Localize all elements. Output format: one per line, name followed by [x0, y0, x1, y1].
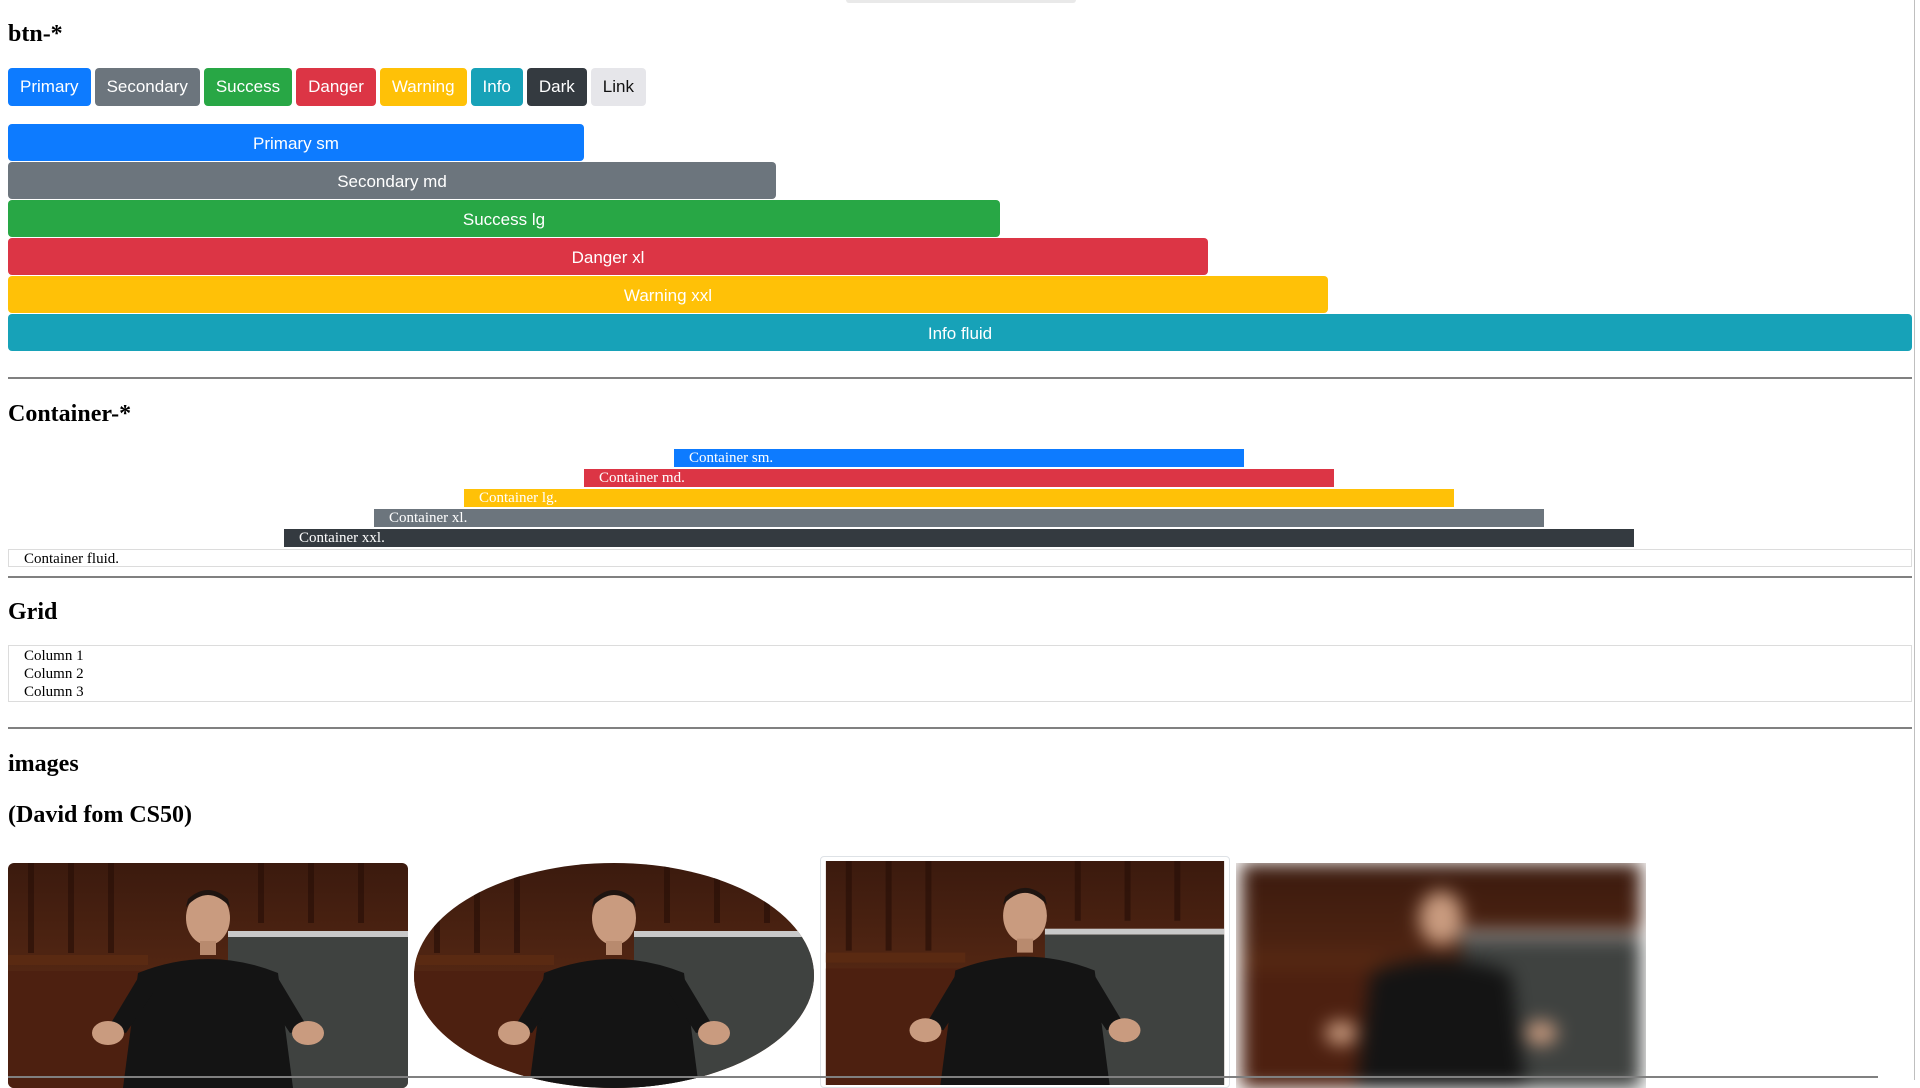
grid-column-2: Column 2	[24, 666, 84, 682]
container-md-bar: Container md.	[584, 469, 1334, 487]
grid-section-title: Grid	[8, 599, 58, 625]
container-section-title: Container-*	[8, 401, 132, 427]
divider-2	[8, 576, 1912, 578]
secondary-md-button[interactable]: Secondary md	[8, 162, 776, 199]
grid-column-1: Column 1	[24, 648, 84, 664]
image-ellipse	[414, 863, 814, 1088]
image-rounded	[8, 863, 408, 1088]
wide-button-stack: Primary sm Secondary md Success lg Dange…	[8, 124, 1912, 352]
image-thumbnail	[820, 856, 1230, 1088]
container-fluid-box: Container fluid.	[8, 549, 1912, 567]
container-xxl-bar: Container xxl.	[284, 529, 1634, 547]
success-button[interactable]: Success	[203, 68, 293, 106]
divider-1	[8, 377, 1912, 379]
lecturer-photo-blurred	[1241, 863, 1641, 1088]
images-section-title: images	[8, 751, 79, 777]
primary-sm-button[interactable]: Primary sm	[8, 124, 584, 161]
button-row: Primary Secondary Success Danger Warning…	[8, 68, 646, 106]
secondary-button[interactable]: Secondary	[94, 68, 200, 106]
lecturer-photo	[825, 861, 1225, 1085]
info-fluid-button[interactable]: Info fluid	[8, 314, 1912, 351]
danger-xl-button[interactable]: Danger xl	[8, 238, 1208, 275]
dark-button[interactable]: Dark	[526, 68, 587, 106]
warning-xxl-button[interactable]: Warning xxl	[8, 276, 1328, 313]
image-blurred	[1236, 863, 1646, 1088]
warning-button[interactable]: Warning	[379, 68, 467, 106]
danger-button[interactable]: Danger	[296, 68, 376, 106]
container-sm-bar: Container sm.	[674, 449, 1244, 467]
lecturer-photo	[414, 863, 814, 1088]
link-button[interactable]: Link	[590, 68, 646, 106]
container-xl-bar: Container xl.	[374, 509, 1544, 527]
btn-section-title: btn-*	[8, 21, 63, 47]
bottom-rule	[8, 1076, 1878, 1078]
scrollbar-track[interactable]	[1914, 0, 1915, 1080]
success-lg-button[interactable]: Success lg	[8, 200, 1000, 237]
images-section-subtitle: (David fom CS50)	[8, 802, 192, 828]
lecturer-photo	[8, 863, 408, 1088]
top-shadow	[846, 0, 1076, 3]
container-lg-bar: Container lg.	[464, 489, 1454, 507]
info-button[interactable]: Info	[470, 68, 523, 106]
grid-column-3: Column 3	[24, 684, 84, 700]
divider-3	[8, 727, 1912, 729]
grid-box: Column 1 Column 2 Column 3	[8, 645, 1912, 702]
primary-button[interactable]: Primary	[8, 68, 91, 106]
